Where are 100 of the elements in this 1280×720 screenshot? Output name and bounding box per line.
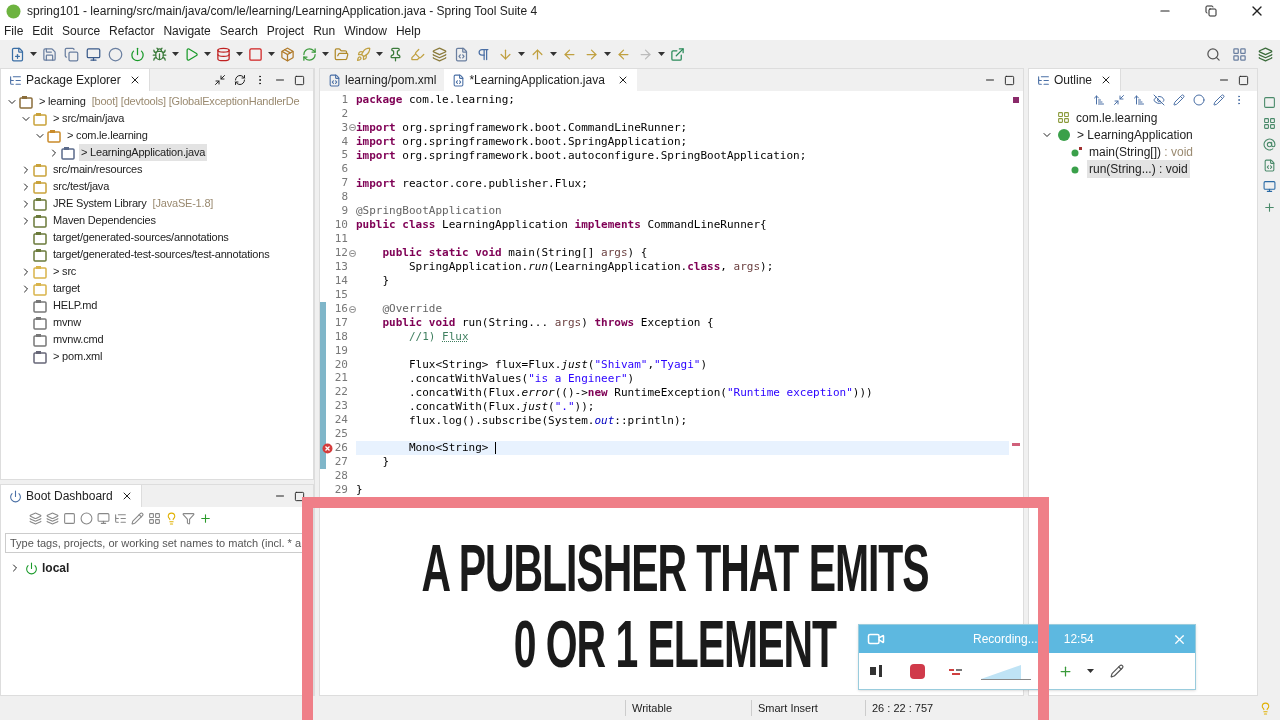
dropdown-caret-icon[interactable]	[171, 52, 179, 56]
terminal-icon[interactable]	[85, 46, 101, 62]
fold-icon[interactable]	[348, 249, 356, 257]
menu-item[interactable]: File	[4, 22, 24, 40]
view-tab[interactable]: Outline	[1029, 69, 1122, 91]
maximize-icon[interactable]	[1238, 74, 1249, 86]
dashboard-tool-icon[interactable]	[182, 511, 195, 525]
restore-icon[interactable]	[1205, 5, 1217, 17]
dashboard-tool-icon[interactable]	[63, 511, 76, 525]
dropdown-caret-icon[interactable]	[267, 52, 275, 56]
pause-icon[interactable]	[869, 664, 883, 678]
dropdown-caret-icon[interactable]	[29, 52, 37, 56]
outline-tool-icon[interactable]	[1173, 94, 1185, 106]
webcam-icon[interactable]	[1058, 663, 1073, 679]
stop-button[interactable]	[910, 663, 925, 679]
file-code-icon[interactable]	[453, 46, 469, 62]
dashboard-tool-icon[interactable]	[199, 511, 212, 525]
maximize-icon[interactable]	[294, 74, 305, 86]
skip-icon[interactable]	[107, 46, 123, 62]
outline-tool-icon[interactable]	[1113, 94, 1125, 106]
menu-item[interactable]: Search	[219, 22, 258, 40]
side-view-icon[interactable]	[1262, 96, 1276, 109]
tree-item[interactable]: src/main/resources	[51, 161, 145, 178]
menu-item[interactable]: Refactor	[109, 22, 155, 40]
pencil-icon[interactable]	[1110, 664, 1124, 678]
tree-item[interactable]: target/generated-sources/annotations	[51, 229, 231, 246]
tree-item[interactable]: JRE System Library	[51, 195, 149, 212]
editor-tab[interactable]: *LearningApplication.java	[444, 69, 637, 91]
debug-icon[interactable]	[151, 46, 167, 62]
maximize-icon[interactable]	[294, 490, 305, 502]
tree-item[interactable]: > com.le.learning	[65, 127, 150, 144]
maximize-icon[interactable]	[1004, 74, 1015, 86]
outline-item[interactable]: com.le.learning	[1074, 108, 1160, 127]
spring-perspective-icon[interactable]	[1257, 46, 1273, 62]
dashboard-tool-icon[interactable]	[165, 511, 178, 525]
tree-item[interactable]: mvnw	[51, 314, 83, 331]
highlight-icon[interactable]	[409, 46, 425, 62]
tree-item[interactable]: > pom.xml	[51, 348, 105, 365]
dropdown-caret-icon[interactable]	[235, 52, 243, 56]
tree-item[interactable]: src/test/java	[51, 178, 112, 195]
dashboard-tool-icon[interactable]	[29, 511, 42, 525]
outline-tool-icon[interactable]	[1193, 94, 1205, 106]
dashboard-tool-icon[interactable]	[131, 511, 144, 525]
outline-tool-icon[interactable]	[1093, 94, 1105, 106]
side-view-icon[interactable]	[1262, 138, 1276, 151]
dashboard-tool-icon[interactable]	[148, 511, 161, 525]
link-editor-icon[interactable]	[234, 74, 246, 86]
dropdown-caret-icon[interactable]	[603, 52, 611, 56]
menu-item[interactable]: Help	[395, 22, 421, 40]
dropdown-caret-icon[interactable]	[375, 52, 383, 56]
dashboard-tool-icon[interactable]	[80, 511, 93, 525]
dropdown-caret-icon[interactable]	[1087, 669, 1094, 673]
dashboard-tool-icon[interactable]	[46, 511, 59, 525]
dashboard-tool-icon[interactable]	[114, 511, 127, 525]
collapse-all-icon[interactable]	[214, 74, 226, 86]
outline-item[interactable]: > LearningApplication	[1075, 125, 1195, 144]
side-view-icon[interactable]	[1262, 117, 1276, 130]
side-view-icon[interactable]	[1262, 201, 1276, 214]
tree-item[interactable]: > src/main/java	[51, 110, 127, 127]
save-icon[interactable]	[41, 46, 57, 62]
tree-item[interactable]: Maven Dependencies	[51, 212, 158, 229]
view-tab[interactable]: Package Explorer	[1, 69, 150, 91]
tree-item[interactable]: local	[42, 559, 70, 577]
pin-icon[interactable]	[387, 46, 403, 62]
tree-item[interactable]: target	[51, 280, 82, 297]
dropdown-caret-icon[interactable]	[321, 52, 329, 56]
search-icon[interactable]	[1205, 46, 1221, 62]
layers-icon[interactable]	[431, 46, 447, 62]
outline-item[interactable]: main(String[]) : void	[1087, 142, 1196, 161]
volume-slider[interactable]	[981, 662, 1031, 680]
outline-item[interactable]: run(String...) : void	[1087, 159, 1190, 178]
dropdown-caret-icon[interactable]	[657, 52, 665, 56]
new-file-icon[interactable]	[9, 46, 25, 62]
menu-item[interactable]: Window	[344, 22, 387, 40]
side-view-icon[interactable]	[1262, 180, 1276, 193]
coverage-icon[interactable]	[215, 46, 231, 62]
menu-item[interactable]: Project	[266, 22, 305, 40]
fold-icon[interactable]	[348, 305, 356, 313]
tree-item[interactable]: mvnw.cmd	[51, 331, 106, 348]
side-view-icon[interactable]	[1262, 159, 1276, 172]
outline-tool-icon[interactable]	[1213, 94, 1225, 106]
pilcrow-icon[interactable]	[475, 46, 491, 62]
fold-icon[interactable]	[348, 124, 356, 132]
tree-item[interactable]: HELP.md	[51, 297, 100, 314]
external-link-icon[interactable]	[669, 46, 685, 62]
dropdown-caret-icon[interactable]	[517, 52, 525, 56]
outline-tool-icon[interactable]	[1153, 94, 1165, 106]
power-icon[interactable]	[129, 46, 145, 62]
menu-item[interactable]: Navigate	[163, 22, 211, 40]
editor-tab[interactable]: learning/pom.xml	[320, 69, 445, 91]
dropdown-caret-icon[interactable]	[549, 52, 557, 56]
outline-tool-icon[interactable]	[1133, 94, 1145, 106]
tree-item[interactable]: target/generated-test-sources/test-annotations	[51, 246, 272, 263]
dropdown-caret-icon[interactable]	[203, 52, 211, 56]
tree-item[interactable]: > LearningApplication.java	[79, 144, 208, 161]
menu-item[interactable]: Run	[313, 22, 336, 40]
menu-item[interactable]: Edit	[32, 22, 54, 40]
menu-item[interactable]: Source	[62, 22, 101, 40]
perspective-icon[interactable]	[1231, 46, 1247, 62]
tree-item[interactable]: > src	[51, 263, 79, 280]
